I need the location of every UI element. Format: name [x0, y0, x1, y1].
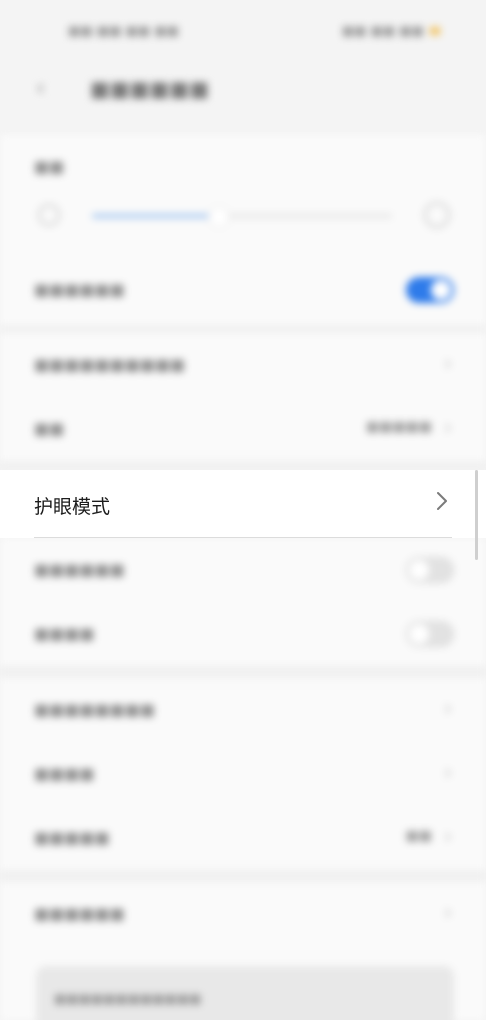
auto-brightness-row[interactable]: ■■■■■■ — [0, 258, 486, 322]
info-text: ■■■■■■■■■■■■ — [54, 992, 202, 1007]
page-title: ■■■■■■ — [90, 77, 210, 101]
settings-row-4[interactable]: ■■■■ › — [0, 742, 486, 806]
display-settings-screen: ■■:■■ ■■ ■■ ■■ ■■ ■■ ‹ ■■■■■■ ■■ ■■■■■■ … — [0, 0, 486, 1020]
battery-icon — [430, 27, 440, 35]
chevron-right-icon: › — [444, 760, 452, 784]
chevron-right-icon: › — [444, 824, 452, 848]
settings-row-1[interactable]: ■■■■■■■■■■ › — [0, 333, 486, 397]
row-label: ■■■■■■■■■■ — [34, 355, 186, 374]
toggle-knob — [409, 560, 429, 580]
row-label: ■■■■■■ — [34, 560, 125, 579]
brightness-label: ■■ — [34, 157, 65, 176]
brightness-label-row: ■■ — [0, 135, 486, 199]
toggle-row-1[interactable]: ■■■■■■ — [0, 538, 486, 602]
brightness-track[interactable] — [92, 206, 392, 228]
status-bar: ■■:■■ ■■ ■■ ■■ ■■ ■■ — [0, 14, 486, 50]
toggle-switch[interactable] — [406, 621, 454, 647]
section-gap — [0, 870, 486, 882]
row-label: ■■ — [34, 419, 65, 438]
toggle-row-2[interactable]: ■■■■ — [0, 602, 486, 666]
row-value: ■■ — [405, 828, 432, 844]
chevron-right-icon: › — [444, 696, 452, 720]
chevron-right-icon: › — [444, 900, 452, 924]
status-icons: ■■ ■■ ■■ — [342, 24, 442, 39]
row-divider — [34, 537, 452, 538]
eye-comfort-mode-row[interactable]: 护眼模式 — [0, 470, 486, 538]
settings-row-3[interactable]: ■■■■■■■■ › — [0, 678, 486, 742]
section-gap — [0, 666, 486, 678]
status-time: ■■:■■ ■■ ■■ — [68, 24, 179, 39]
settings-row-2[interactable]: ■■ ■■■■■ › — [0, 397, 486, 461]
section-gap — [0, 461, 486, 470]
back-arrow-icon[interactable]: ‹ — [36, 76, 45, 101]
row-label: ■■■■ — [34, 764, 95, 783]
brightness-slider[interactable] — [34, 196, 454, 236]
row-label: ■■■■■■■■ — [34, 700, 155, 719]
chevron-right-icon — [437, 492, 447, 510]
info-box: ■■■■■■■■■■■■ — [36, 966, 454, 1020]
row-label: ■■■■■■ — [34, 904, 125, 923]
row-label: ■■■■ — [34, 624, 95, 643]
brightness-track-fill — [92, 214, 218, 218]
settings-row-6[interactable]: ■■■■■■ › — [0, 882, 486, 946]
brightness-thumb[interactable] — [208, 206, 230, 228]
toggle-knob — [431, 280, 451, 300]
section-gap — [0, 325, 486, 333]
header: ‹ ■■■■■■ — [0, 70, 486, 110]
chevron-right-icon: › — [444, 351, 452, 375]
settings-row-5[interactable]: ■■■■■ ■■ › — [0, 806, 486, 870]
auto-brightness-toggle[interactable] — [406, 277, 454, 303]
eye-comfort-mode-label: 护眼模式 — [34, 496, 111, 518]
status-icons-text: ■■ ■■ ■■ — [341, 24, 424, 39]
row-value: ■■■■■ — [365, 419, 432, 435]
brightness-high-icon — [424, 202, 450, 228]
brightness-low-icon — [38, 204, 60, 226]
auto-brightness-label: ■■■■■■ — [34, 280, 125, 299]
scrollbar[interactable] — [475, 470, 478, 560]
chevron-right-icon: › — [444, 415, 452, 439]
row-label: ■■■■■ — [34, 828, 110, 847]
toggle-switch[interactable] — [406, 557, 454, 583]
toggle-knob — [409, 624, 429, 644]
